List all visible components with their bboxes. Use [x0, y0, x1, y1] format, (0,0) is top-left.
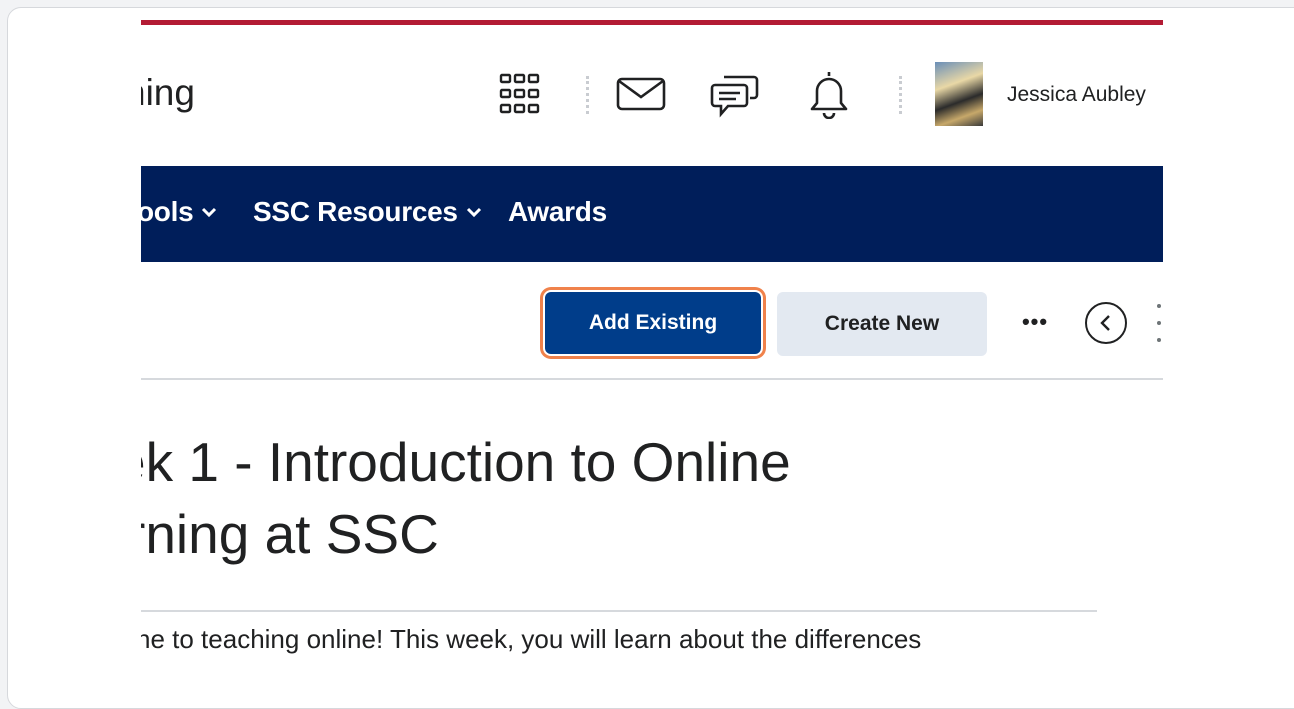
grid-icon[interactable] — [494, 68, 546, 120]
add-existing-button[interactable]: Add Existing — [545, 292, 761, 354]
intro-text: ne to teaching online! This week, you wi… — [141, 624, 922, 654]
page-title-line-2: rning at SSC — [141, 503, 439, 565]
resize-handle[interactable] — [1156, 304, 1162, 342]
bell-icon[interactable] — [803, 68, 855, 120]
app-title[interactable]: ning — [141, 72, 195, 114]
browser-viewport: ning — [141, 8, 1163, 708]
page-title-line-1: ek 1 - Introduction to Online — [141, 431, 791, 493]
nav-item-ssc-resources[interactable]: SSC Resources — [253, 196, 482, 228]
mail-icon[interactable] — [615, 68, 667, 120]
course-navbar: ools SSC Resources Awards — [141, 166, 1163, 262]
chevron-left-icon — [1100, 315, 1110, 331]
chat-icon[interactable] — [709, 68, 761, 120]
create-new-button[interactable]: Create New — [777, 292, 987, 356]
page-title: ek 1 - Introduction to Online rning at S… — [141, 426, 817, 570]
header-divider — [586, 76, 589, 114]
nav-item-label: ools — [141, 196, 194, 227]
collapse-panel-button[interactable] — [1085, 302, 1127, 344]
nav-item-tools[interactable]: ools — [141, 196, 217, 228]
nav-item-label: SSC Resources — [253, 196, 458, 227]
user-name[interactable]: Jessica Aubley — [1007, 83, 1146, 107]
screenshot-frame: ning — [7, 7, 1294, 709]
chevron-down-icon — [466, 207, 481, 218]
chevron-down-icon — [202, 207, 217, 218]
toolbar-divider — [141, 378, 1163, 380]
nav-item-awards[interactable]: Awards — [508, 196, 607, 228]
content-divider — [141, 610, 1097, 612]
nav-item-label: Awards — [508, 196, 607, 227]
header-divider — [899, 76, 902, 114]
more-options-button[interactable]: ••• — [1015, 304, 1055, 340]
top-accent-bar — [141, 20, 1163, 25]
avatar[interactable] — [935, 62, 983, 126]
